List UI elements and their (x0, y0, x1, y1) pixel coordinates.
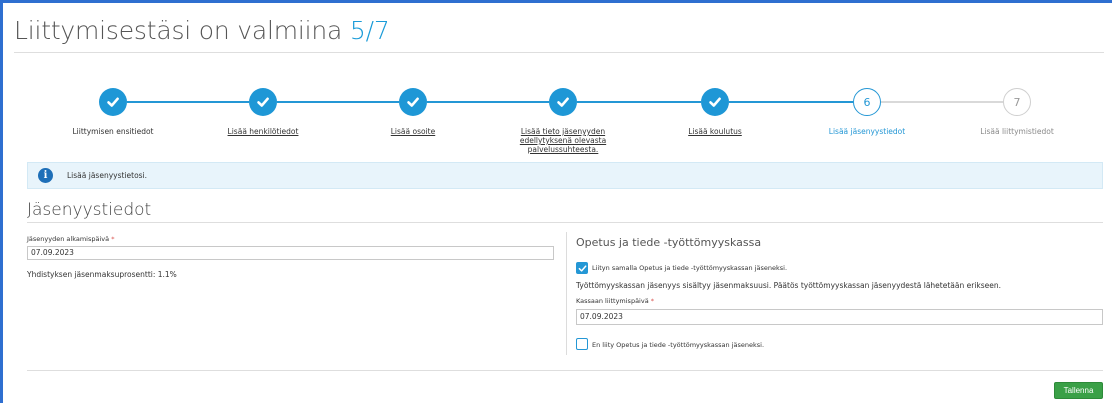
page-title: Liittymisestäsi on valmiina 5/7 (14, 16, 390, 45)
stepper-connector (277, 101, 399, 103)
save-button[interactable]: Tallenna (1054, 382, 1103, 399)
required-mark: * (111, 235, 115, 243)
step-3-circle[interactable] (399, 88, 427, 116)
step-1-label: Liittymisen ensitiedot (72, 127, 154, 136)
checkmark-icon (709, 97, 721, 107)
join-date-label-text: Kassaan liittymispäivä (576, 297, 649, 305)
step-1-circle[interactable] (99, 88, 127, 116)
checkmark-icon (407, 97, 419, 107)
join-fund-label[interactable]: Liityn samalla Opetus ja tiede -työttömy… (592, 264, 787, 272)
stepper-connector (729, 101, 853, 103)
info-icon: i (38, 168, 53, 183)
section-divider (27, 222, 1103, 223)
decline-fund-checkbox[interactable] (576, 338, 588, 350)
step-6-label[interactable]: Lisää jäsenyystiedot (782, 127, 952, 136)
fund-info-text: Työttömyyskassan jäsenyys sisältyy jäsen… (576, 281, 1002, 290)
checkmark-icon (257, 97, 269, 107)
window-top-border (0, 0, 1112, 3)
window-left-border (0, 0, 3, 403)
checkmark-icon (578, 265, 587, 272)
unemployment-fund-title: Opetus ja tiede -työttömyyskassa (576, 236, 762, 249)
step-7-label: Lisää liittymistiedot (980, 127, 1054, 136)
stepper-connector (577, 101, 701, 103)
stepper-connector (127, 101, 249, 103)
alert-text: Lisää jäsenyystietosi. (67, 171, 148, 180)
page-title-text: Liittymisestäsi on valmiina (14, 16, 343, 45)
join-fund-checkbox[interactable] (576, 262, 588, 274)
step-7-circle: 7 (1003, 88, 1031, 116)
step-2-circle[interactable] (249, 88, 277, 116)
decline-fund-label[interactable]: En liity Opetus ja tiede -työttömyyskass… (592, 341, 764, 349)
fee-percentage-text: Yhdistyksen jäsenmaksuprosentti: 1.1% (27, 270, 177, 279)
step-6-circle[interactable]: 6 (853, 88, 881, 116)
step-4-label[interactable]: Lisää tieto jäsenyyden edellytyksenä ole… (498, 127, 628, 154)
step-5-circle[interactable] (701, 88, 729, 116)
info-alert: i Lisää jäsenyystietosi. (27, 162, 1103, 189)
start-date-input[interactable]: 07.09.2023 (27, 246, 554, 260)
column-divider (566, 232, 567, 355)
join-date-input[interactable]: 07.09.2023 (576, 309, 1103, 325)
footer-divider (27, 370, 1103, 371)
section-title: Jäsenyystiedot (27, 200, 152, 220)
stepper-connector (427, 101, 549, 103)
start-date-label-text: Jäsenyyden alkamispäivä (27, 235, 110, 243)
join-date-label: Kassaan liittymispäivä * (576, 297, 654, 305)
checkmark-icon (107, 97, 119, 107)
step-2-label[interactable]: Lisää henkilötiedot (178, 127, 348, 136)
progress-stepper: Liittymisen ensitiedot Lisää henkilötiedo… (0, 88, 1112, 158)
step-4-circle[interactable] (549, 88, 577, 116)
start-date-label: Jäsenyyden alkamispäivä * (27, 235, 114, 243)
title-divider (14, 52, 1104, 53)
stepper-connector (881, 101, 1003, 103)
checkmark-icon (557, 97, 569, 107)
required-mark: * (650, 297, 655, 305)
progress-count: 5/7 (349, 16, 390, 45)
step-5-label[interactable]: Lisää koulutus (630, 127, 800, 136)
step-3-label[interactable]: Lisää osoite (328, 127, 498, 136)
